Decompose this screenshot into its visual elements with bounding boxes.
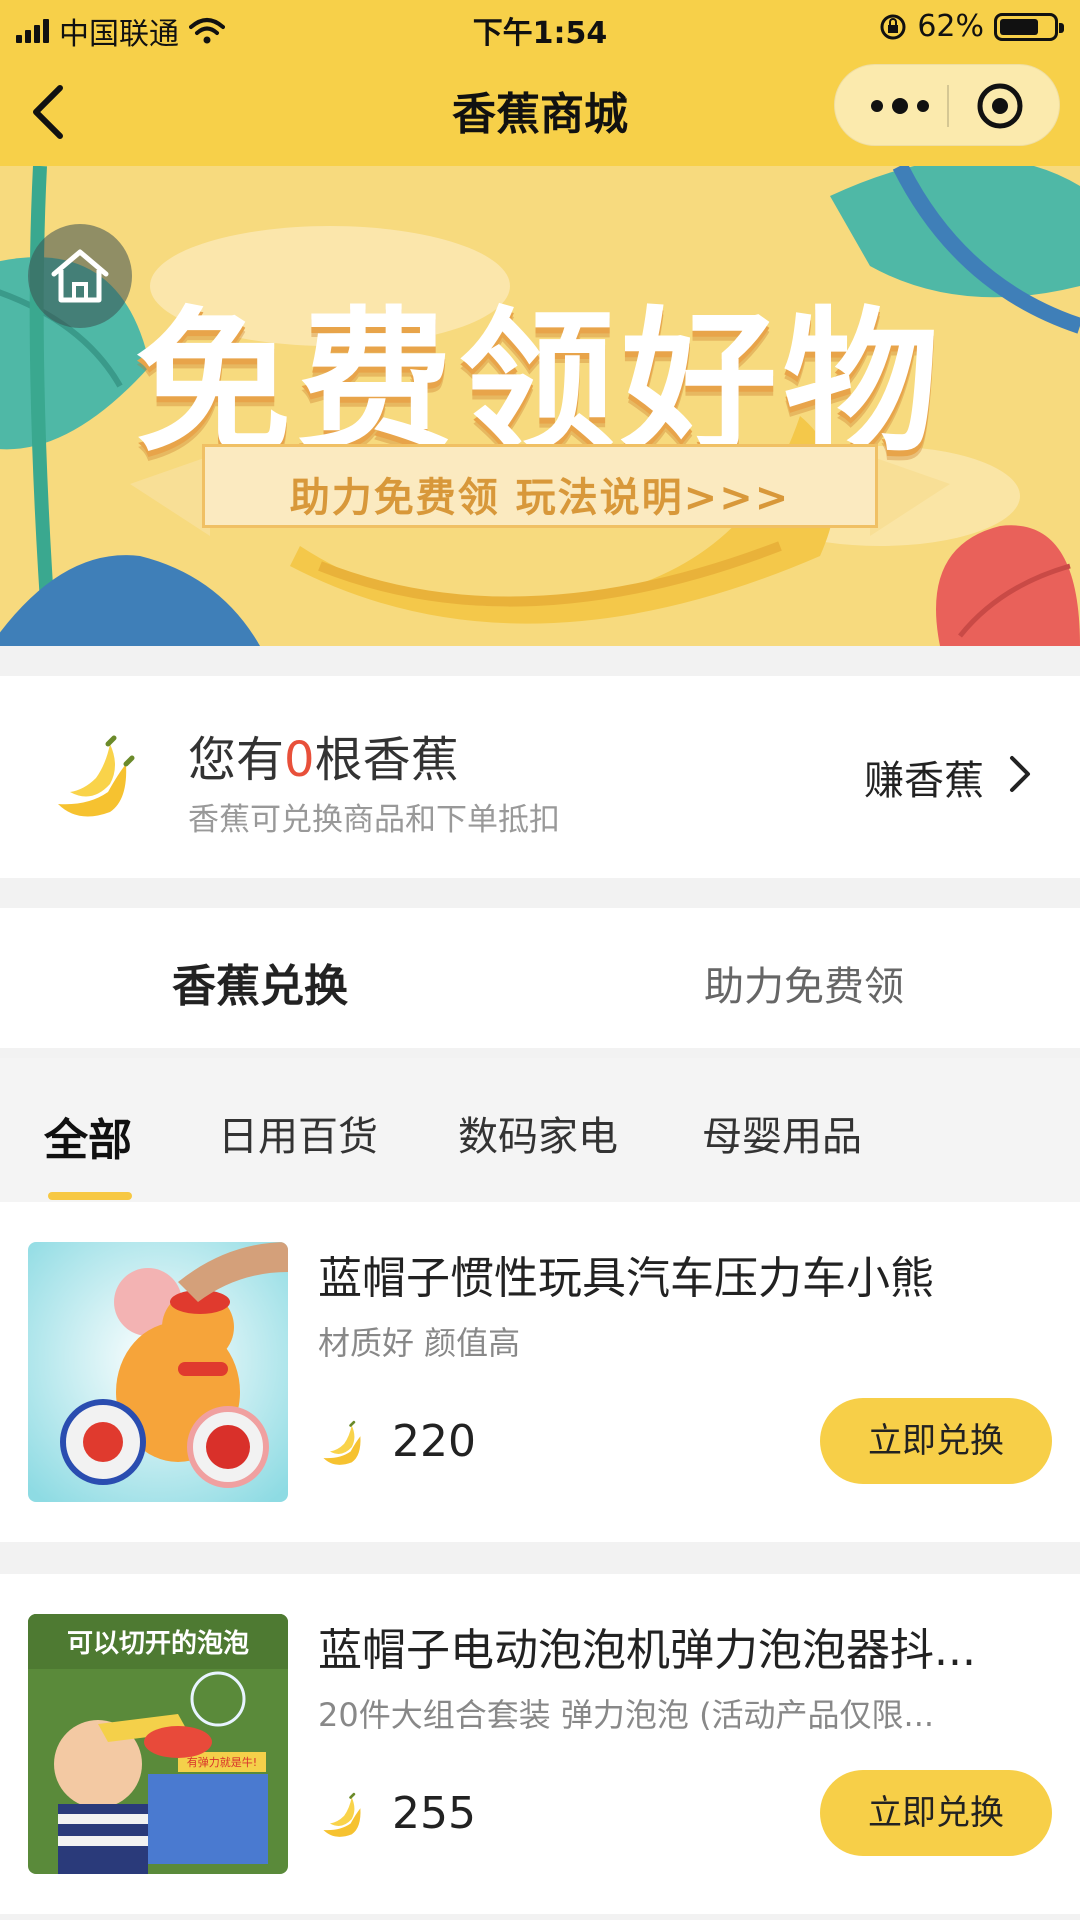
product-image-badge: 有弹力就是牛! [187,1755,257,1769]
mini-program-capsule [834,64,1060,146]
promo-banner[interactable]: 免费领好物 助力免费领 玩法说明>>> [0,166,1080,646]
product-image: 可以切开的泡泡 有弹力就是牛! [28,1614,288,1874]
category-digital-appliances[interactable]: 数码家电 [458,1104,618,1162]
banana-balance-card: 您有0根香蕉 香蕉可兑换商品和下单抵扣 赚香蕉 [0,676,1080,878]
banana-count-suffix: 根香蕉 [314,732,459,788]
product-image [28,1242,288,1502]
banana-icon [323,1792,361,1837]
category-daily-goods[interactable]: 日用百货 [218,1104,378,1162]
category-mother-baby[interactable]: 母婴用品 [702,1104,862,1162]
product-price: 255 [392,1788,476,1839]
rules-ribbon[interactable]: 助力免费领 玩法说明>>> [202,444,878,528]
banana-icon [58,735,135,817]
close-mini-program-icon[interactable] [975,81,1025,131]
product-name: 蓝帽子惯性玩具汽车压力车小熊 [318,1253,934,1304]
main-tabs: 香蕉兑换 助力免费领 [0,908,1080,1048]
capsule-divider [947,85,949,127]
product-image-caption: 可以切开的泡泡 [67,1628,249,1659]
top-bar: 中国联通 下午1:54 62% 香蕉商城 [0,0,1080,166]
rules-ribbon-text: 助力免费领 玩法说明>>> [289,475,791,521]
banana-count-prefix: 您有 [188,732,285,788]
nav-bar: 香蕉商城 [0,52,1080,166]
category-tabs: 全部 日用百货 数码家电 母婴用品 [0,1058,1080,1202]
product-card[interactable]: 可以切开的泡泡 有弹力就是牛! 蓝帽子电动泡泡机弹力泡泡器抖... 20件大组合… [0,1574,1080,1914]
more-icon[interactable] [865,93,935,119]
product-name: 蓝帽子电动泡泡机弹力泡泡器抖... [318,1625,976,1676]
banana-icon [323,1420,361,1465]
banana-count: 0 [284,732,315,788]
status-bar: 中国联通 下午1:54 62% [0,0,1080,52]
tab-banana-exchange[interactable]: 香蕉兑换 [172,950,348,1014]
redeem-button[interactable]: 立即兑换 [820,1770,1052,1856]
product-description: 材质好 颜值高 [318,1324,521,1362]
category-active-indicator [48,1192,132,1200]
product-price: 220 [392,1416,476,1467]
banana-count-text: 您有0根香蕉 [188,720,459,790]
banana-subtitle: 香蕉可兑换商品和下单抵扣 [188,802,560,838]
product-description: 20件大组合套装 弹力泡泡 (活动产品仅限... [318,1696,935,1734]
redeem-button[interactable]: 立即兑换 [820,1398,1052,1484]
tab-help-free-claim[interactable]: 助力免费领 [704,954,904,1012]
earn-bananas-link[interactable]: 赚香蕉 [864,748,984,806]
category-all[interactable]: 全部 [44,1104,132,1168]
product-card[interactable]: 蓝帽子惯性玩具汽车压力车小熊 材质好 颜值高 220 立即兑换 [0,1202,1080,1542]
rotation-lock-icon [880,14,906,39]
battery-icon [994,12,1064,41]
battery-percent: 62% [917,9,984,44]
chevron-right-icon[interactable] [1004,752,1034,796]
